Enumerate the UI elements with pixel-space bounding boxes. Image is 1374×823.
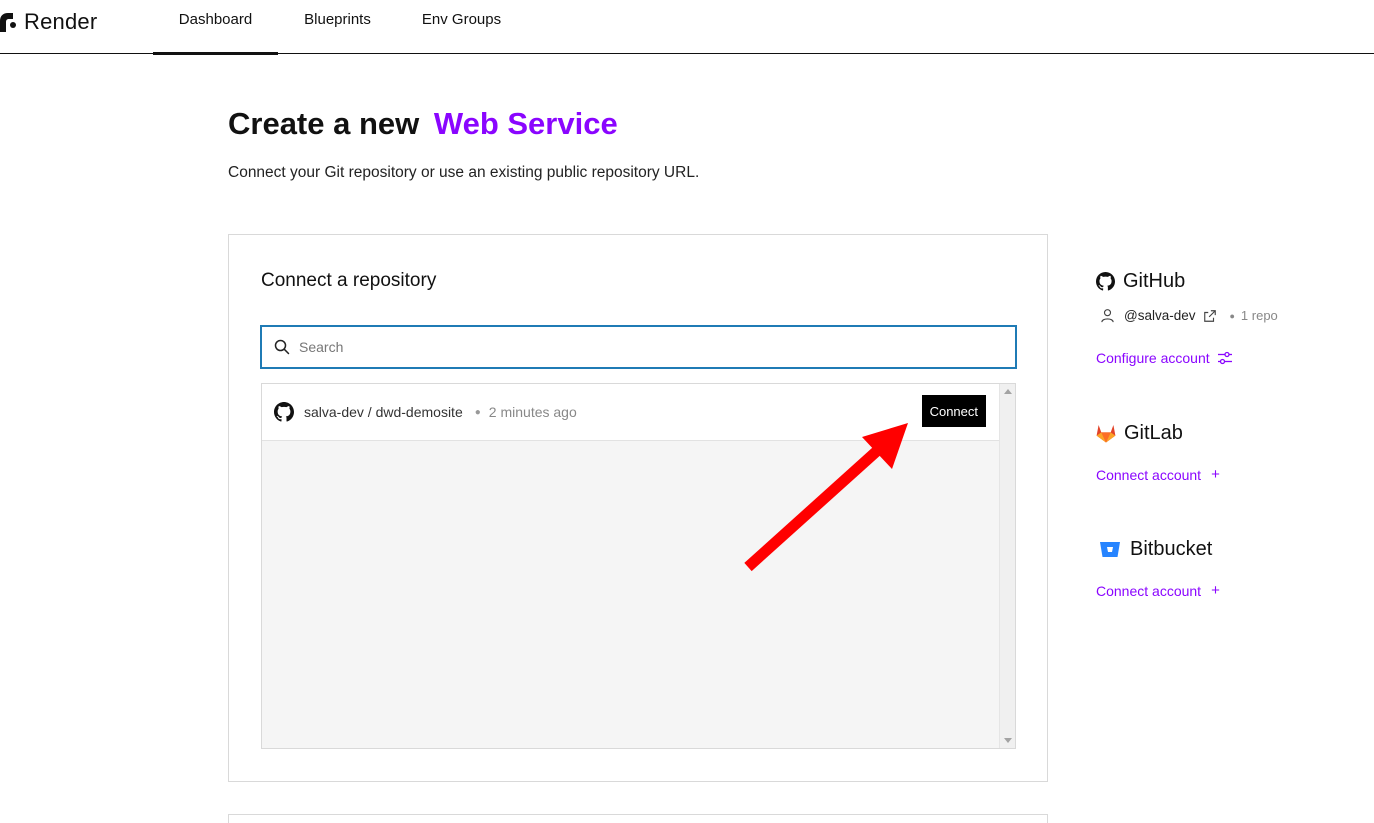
plus-icon: + — [1211, 582, 1220, 599]
scroll-down-arrow-icon[interactable] — [1004, 738, 1012, 743]
repository-updated-time: 2 minutes ago — [488, 404, 577, 420]
connect-account-label: Connect account — [1096, 466, 1202, 483]
connect-account-label: Connect account — [1096, 582, 1202, 599]
page-title: Create a new Web Service — [228, 106, 618, 142]
search-input[interactable] — [299, 339, 979, 355]
bitbucket-icon — [1100, 542, 1120, 557]
plus-icon: + — [1211, 466, 1220, 483]
list-scrollbar[interactable] — [999, 384, 1015, 748]
github-repo-count: 1 repo — [1240, 308, 1278, 323]
separator-dot: ● — [474, 406, 481, 418]
configure-github-account-link[interactable]: Configure account — [1096, 350, 1233, 366]
github-account-name[interactable]: @salva-dev — [1124, 308, 1195, 323]
gitlab-provider: GitLab — [1096, 422, 1183, 445]
connect-button[interactable]: Connect — [921, 395, 986, 427]
settings-sliders-icon — [1217, 351, 1232, 365]
connect-gitlab-account-link[interactable]: Connect account + — [1096, 466, 1220, 483]
external-link-icon[interactable] — [1203, 309, 1217, 323]
github-icon — [1096, 272, 1115, 291]
repository-name: salva-dev / dwd-demosite — [304, 404, 463, 420]
user-icon — [1101, 309, 1114, 323]
render-logo[interactable]: Render — [0, 8, 97, 36]
github-provider-header: GitHub — [1096, 270, 1185, 293]
brand-name: Render — [24, 9, 98, 34]
tab-dashboard[interactable]: Dashboard — [153, 0, 278, 55]
gitlab-icon — [1096, 425, 1116, 443]
github-account-info: @salva-dev ● 1 repo — [1100, 308, 1278, 323]
gitlab-provider-header: GitLab — [1096, 422, 1183, 445]
public-repository-card — [228, 814, 1048, 823]
page-title-service-type: Web Service — [433, 106, 618, 141]
tab-blueprints[interactable]: Blueprints — [278, 0, 397, 54]
separator-dot: ● — [1229, 310, 1235, 321]
bitbucket-provider: Bitbucket — [1096, 538, 1212, 561]
page-subtitle: Connect your Git repository or use an ex… — [228, 164, 700, 181]
gitlab-provider-name: GitLab — [1124, 422, 1183, 444]
tab-env-groups[interactable]: Env Groups — [397, 0, 526, 54]
scroll-up-arrow-icon[interactable] — [1004, 389, 1012, 394]
bitbucket-provider-name: Bitbucket — [1130, 538, 1213, 560]
repository-search-box[interactable] — [260, 325, 1017, 369]
search-icon — [274, 339, 290, 355]
github-icon — [274, 402, 294, 422]
render-logo-icon — [0, 13, 16, 32]
page-title-prefix: Create a new — [228, 106, 420, 141]
connect-repository-card: Connect a repository salva-dev / dwd-dem… — [228, 234, 1048, 782]
connect-bitbucket-account-link[interactable]: Connect account + — [1096, 582, 1220, 599]
github-provider-name: GitHub — [1123, 270, 1186, 292]
top-navigation: Render Dashboard Blueprints Env Groups — [0, 0, 1374, 55]
bitbucket-provider-header: Bitbucket — [1096, 538, 1212, 561]
configure-account-label: Configure account — [1096, 350, 1210, 366]
github-provider: GitHub — [1096, 270, 1185, 293]
card-title: Connect a repository — [261, 270, 437, 291]
annotation-arrow-icon — [744, 423, 908, 572]
